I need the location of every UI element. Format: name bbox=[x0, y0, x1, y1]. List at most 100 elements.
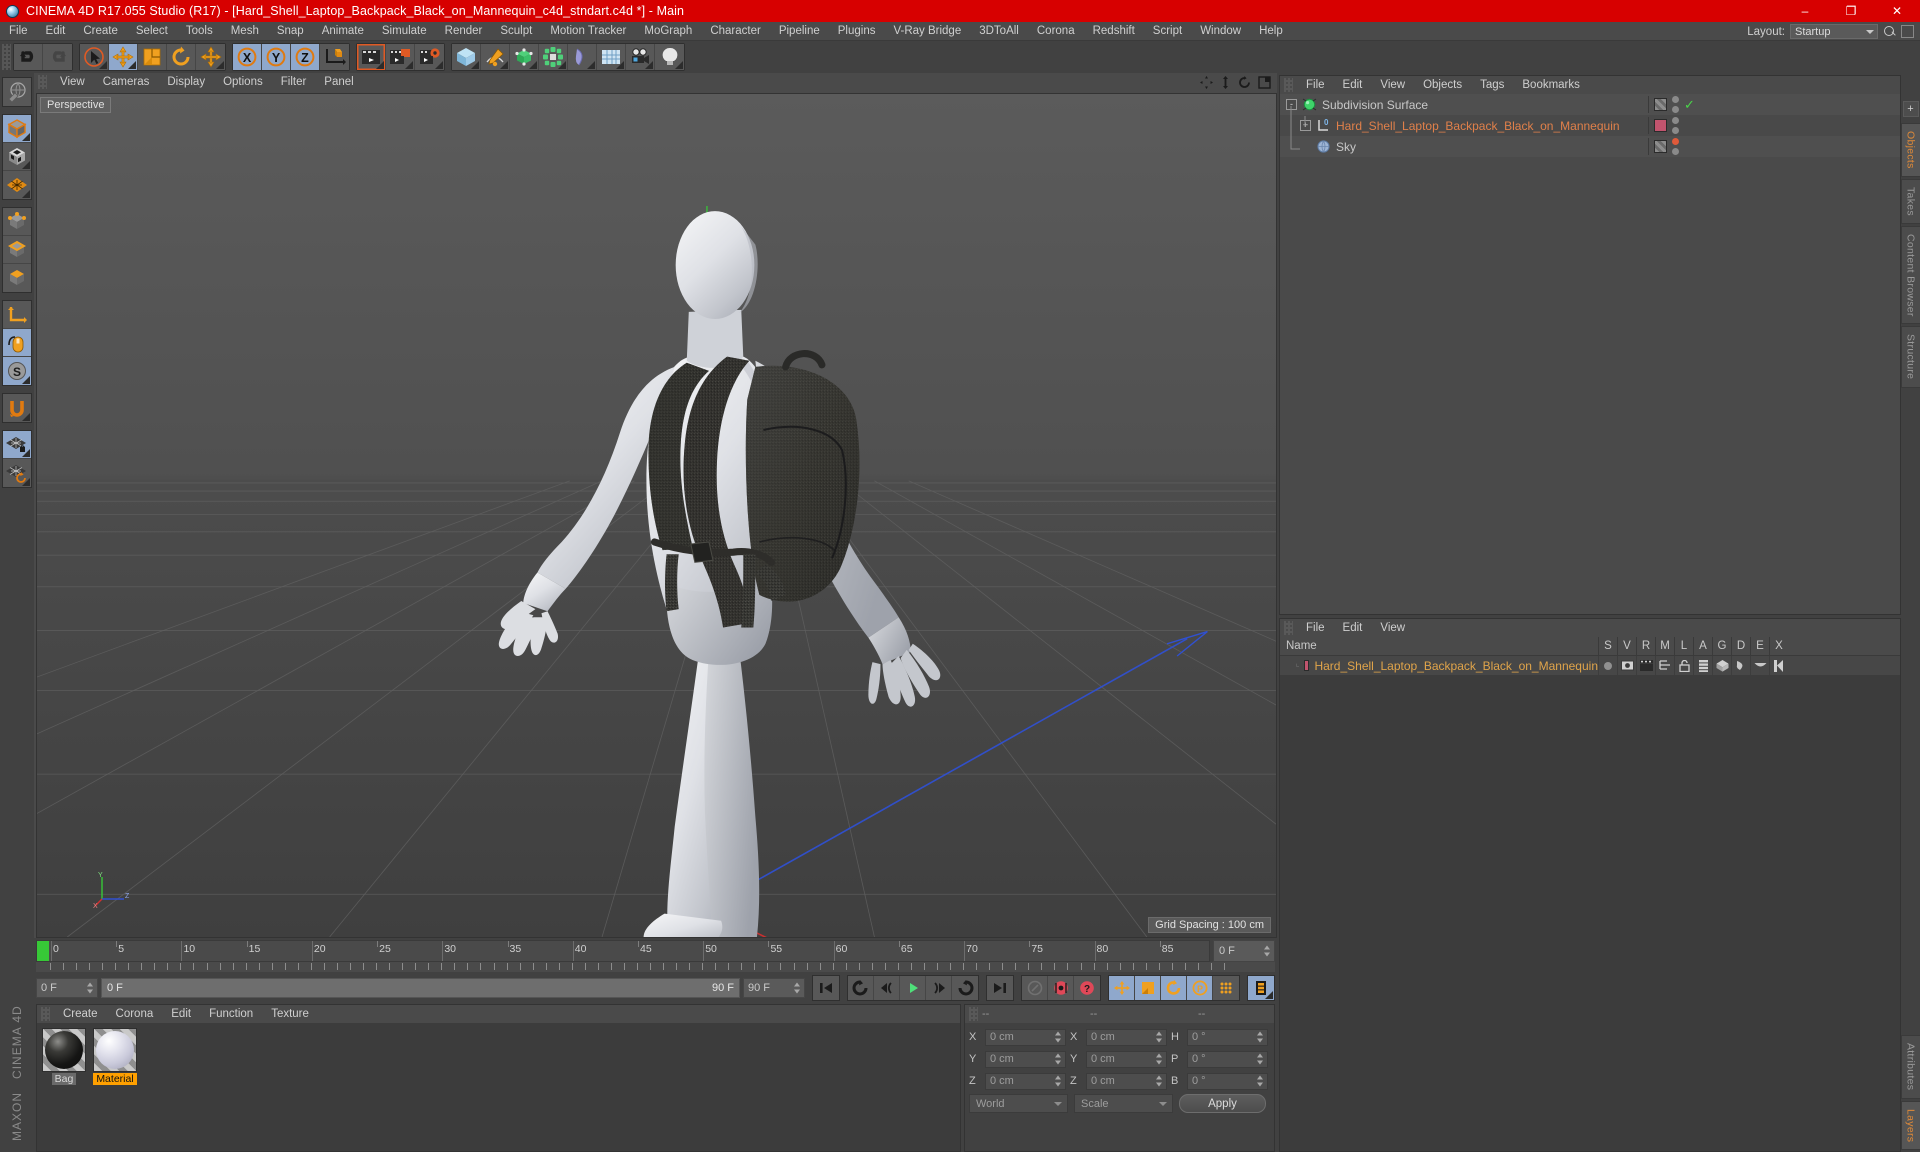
coord-system-dropdown[interactable]: World bbox=[969, 1094, 1068, 1113]
tab-structure[interactable]: Structure bbox=[1900, 326, 1920, 388]
layer-cell-s[interactable] bbox=[1598, 656, 1617, 675]
tab-takes[interactable]: Takes bbox=[1900, 178, 1920, 224]
coord-pos-x-field[interactable]: 0 cm bbox=[985, 1028, 1066, 1046]
material-menu-edit[interactable]: Edit bbox=[162, 1005, 200, 1023]
coord-rot-h-field[interactable]: 0 ° bbox=[1187, 1028, 1268, 1046]
visibility-dots[interactable] bbox=[1672, 138, 1679, 155]
menu-item-tools[interactable]: Tools bbox=[177, 22, 222, 41]
workplane-lock-icon[interactable] bbox=[3, 431, 31, 459]
menu-item-render[interactable]: Render bbox=[436, 22, 492, 41]
render-to-picture-viewer-icon[interactable] bbox=[386, 44, 415, 70]
tab-objects[interactable]: Objects bbox=[1900, 123, 1920, 177]
material-menu-grip[interactable] bbox=[41, 1007, 50, 1021]
material-label[interactable]: Material bbox=[93, 1073, 137, 1085]
table-row[interactable]: + 0 Hard_Shell_Laptop_Backpack_Black_on_… bbox=[1280, 115, 1900, 136]
layer-name[interactable]: Hard_Shell_Laptop_Backpack_Black_on_Mann… bbox=[1314, 659, 1598, 673]
floor-environment-icon[interactable] bbox=[597, 44, 626, 70]
menu-item-mograph[interactable]: MoGraph bbox=[635, 22, 701, 41]
apply-button[interactable]: Apply bbox=[1179, 1094, 1266, 1113]
world-coordinate-icon[interactable] bbox=[320, 44, 349, 70]
rotate-tool-icon[interactable] bbox=[167, 44, 196, 70]
rotate-view-icon[interactable] bbox=[1238, 75, 1251, 89]
layer-column-e[interactable]: E bbox=[1750, 636, 1769, 656]
layer-menu-view[interactable]: View bbox=[1371, 619, 1414, 637]
menu-item-file[interactable]: File bbox=[0, 22, 37, 41]
coord-pos-y-field[interactable]: 0 cm bbox=[985, 1050, 1066, 1068]
autokey-icon[interactable] bbox=[1022, 976, 1048, 1000]
move-tool-alt-icon[interactable] bbox=[196, 44, 225, 70]
light-icon[interactable] bbox=[655, 44, 684, 70]
material-swatches[interactable]: Bag Material bbox=[37, 1023, 960, 1151]
object-name[interactable]: Sky bbox=[1336, 140, 1356, 154]
tab-content-browser[interactable]: Content Browser bbox=[1900, 225, 1920, 325]
layer-cell-g[interactable] bbox=[1712, 656, 1731, 675]
texture-mode-icon[interactable] bbox=[3, 143, 31, 171]
point-mode-icon[interactable] bbox=[3, 208, 31, 236]
layer-name-cell[interactable]: Hard_Shell_Laptop_Backpack_Black_on_Mann… bbox=[1280, 659, 1598, 673]
range-end-field[interactable]: 90 F bbox=[743, 978, 805, 998]
layer-column-x[interactable]: X bbox=[1769, 636, 1788, 656]
coord-size-y-spinner[interactable] bbox=[1156, 1053, 1163, 1065]
undo-icon[interactable] bbox=[14, 44, 43, 70]
object-menu-view[interactable]: View bbox=[1371, 76, 1414, 94]
layout-dropdown[interactable]: Startup bbox=[1790, 24, 1878, 39]
enable-snap-icon[interactable]: S bbox=[3, 357, 31, 385]
menu-item-3dtoall[interactable]: 3DToAll bbox=[970, 22, 1028, 41]
object-menu-bookmarks[interactable]: Bookmarks bbox=[1513, 76, 1589, 94]
current-frame-field[interactable]: 0 F bbox=[1213, 940, 1275, 962]
maximize-button[interactable]: ❐ bbox=[1828, 0, 1874, 22]
model-mode-icon[interactable] bbox=[3, 115, 31, 143]
object-menu-grip[interactable] bbox=[1284, 78, 1293, 92]
scale-tool-icon[interactable] bbox=[138, 44, 167, 70]
viewport-solo-icon[interactable] bbox=[3, 329, 31, 357]
object-name[interactable]: Subdivision Surface bbox=[1322, 98, 1428, 112]
coord-pos-z-spinner[interactable] bbox=[1055, 1075, 1062, 1087]
layer-menu-file[interactable]: File bbox=[1297, 619, 1334, 637]
coord-pos-y-spinner[interactable] bbox=[1055, 1053, 1062, 1065]
loop-icon[interactable] bbox=[952, 976, 978, 1000]
object-menu-file[interactable]: File bbox=[1297, 76, 1334, 94]
play-forward-icon[interactable] bbox=[900, 976, 926, 1000]
coordinates-grip[interactable] bbox=[969, 1007, 978, 1021]
material-preview[interactable] bbox=[93, 1028, 137, 1072]
frame-field-left[interactable]: 0 F bbox=[36, 978, 98, 998]
nurbs-icon[interactable] bbox=[510, 44, 539, 70]
menu-item-redshift[interactable]: Redshift bbox=[1084, 22, 1144, 41]
layer-menu-edit[interactable]: Edit bbox=[1334, 619, 1372, 637]
search-icon[interactable] bbox=[1883, 25, 1896, 38]
object-name[interactable]: Hard_Shell_Laptop_Backpack_Black_on_Mann… bbox=[1336, 119, 1620, 133]
redo-icon[interactable] bbox=[43, 44, 72, 70]
viewport-menu-grip[interactable] bbox=[38, 75, 47, 89]
menu-item-vray-bridge[interactable]: V-Ray Bridge bbox=[884, 22, 970, 41]
next-frame-icon[interactable] bbox=[926, 976, 952, 1000]
cube-primitive-icon[interactable] bbox=[452, 44, 481, 70]
coord-rot-p-spinner[interactable] bbox=[1257, 1053, 1264, 1065]
menu-item-animate[interactable]: Animate bbox=[313, 22, 373, 41]
polygon-mode-icon[interactable] bbox=[3, 264, 31, 292]
coord-pos-z-field[interactable]: 0 cm bbox=[985, 1072, 1066, 1090]
menu-item-motion-tracker[interactable]: Motion Tracker bbox=[541, 22, 635, 41]
layer-cell-x[interactable] bbox=[1769, 656, 1788, 675]
menu-item-plugins[interactable]: Plugins bbox=[829, 22, 885, 41]
axis-z-lock-icon[interactable]: Z bbox=[291, 44, 320, 70]
layer-cell-m[interactable] bbox=[1655, 656, 1674, 675]
rotation-key-icon[interactable] bbox=[1161, 976, 1187, 1000]
viewport-menu-filter[interactable]: Filter bbox=[272, 73, 316, 91]
layer-cell-r[interactable] bbox=[1636, 656, 1655, 675]
tab-attributes[interactable]: Attributes bbox=[1900, 1035, 1920, 1099]
tag-swatch[interactable] bbox=[1654, 98, 1667, 111]
layer-cell-a[interactable] bbox=[1693, 656, 1712, 675]
coord-size-x-spinner[interactable] bbox=[1156, 1031, 1163, 1043]
viewport-menu-cameras[interactable]: Cameras bbox=[94, 73, 159, 91]
tag-swatch[interactable] bbox=[1654, 119, 1667, 132]
viewport-menu-panel[interactable]: Panel bbox=[315, 73, 362, 91]
tag-swatch[interactable] bbox=[1654, 140, 1667, 153]
spline-pen-icon[interactable] bbox=[481, 44, 510, 70]
point-level-key-icon[interactable] bbox=[1213, 976, 1239, 1000]
axis-mode-icon[interactable] bbox=[3, 301, 31, 329]
record-question-icon[interactable]: ? bbox=[1074, 976, 1100, 1000]
table-row[interactable]: Sky bbox=[1280, 136, 1900, 157]
material-label[interactable]: Bag bbox=[51, 1073, 77, 1085]
zoom-icon[interactable] bbox=[1220, 75, 1231, 89]
axis-y-lock-icon[interactable]: Y bbox=[262, 44, 291, 70]
